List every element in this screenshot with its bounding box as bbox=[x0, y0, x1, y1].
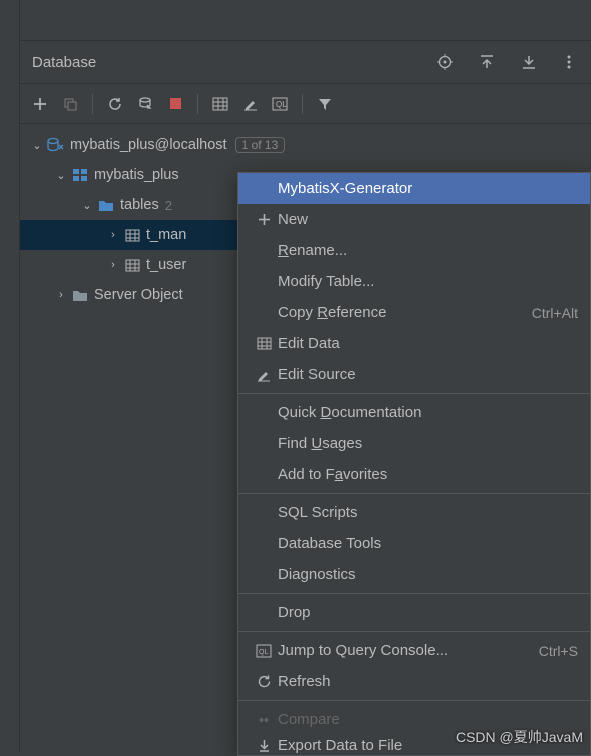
menu-drop[interactable]: Drop bbox=[238, 597, 590, 628]
menu-quick-documentation[interactable]: Quick Documentation bbox=[238, 397, 590, 428]
chevron-down-icon: ⌄ bbox=[52, 169, 70, 182]
menu-refresh[interactable]: Refresh bbox=[238, 666, 590, 697]
datasource-node[interactable]: ⌄ mybatis_plus@localhost 1 of 13 bbox=[20, 130, 591, 160]
menu-new[interactable]: New bbox=[238, 204, 590, 235]
edit-icon bbox=[250, 368, 278, 382]
panel-title: Database bbox=[32, 54, 96, 71]
datasource-badge: 1 of 13 bbox=[235, 137, 286, 153]
chevron-down-icon: ⌄ bbox=[78, 199, 96, 212]
console-icon: QL bbox=[250, 644, 278, 658]
folder-icon bbox=[96, 199, 116, 212]
edit-icon[interactable] bbox=[238, 92, 262, 116]
chevron-right-icon: › bbox=[52, 289, 70, 301]
menu-copy-reference[interactable]: Copy Reference Ctrl+Alt bbox=[238, 297, 590, 328]
add-button[interactable] bbox=[28, 92, 52, 116]
sync-button[interactable] bbox=[133, 92, 157, 116]
expand-icon[interactable] bbox=[517, 50, 541, 74]
toolbar: QL bbox=[20, 84, 591, 124]
menu-diagnostics[interactable]: Diagnostics bbox=[238, 559, 590, 590]
table-icon bbox=[250, 337, 278, 350]
menu-find-usages[interactable]: Find Usages bbox=[238, 428, 590, 459]
tables-label: tables bbox=[120, 197, 159, 213]
database-panel-header: Database bbox=[20, 40, 591, 84]
svg-text:QL: QL bbox=[259, 649, 268, 656]
menu-rename[interactable]: Rename... bbox=[238, 235, 590, 266]
menu-jump-query-console[interactable]: QL Jump to Query Console... Ctrl+S bbox=[238, 635, 590, 666]
plus-icon bbox=[250, 213, 278, 226]
copy-button[interactable] bbox=[58, 92, 82, 116]
watermark: CSDN @夏帅JavaM bbox=[456, 727, 583, 747]
stop-button[interactable] bbox=[163, 92, 187, 116]
target-icon[interactable] bbox=[433, 50, 457, 74]
folder-icon bbox=[70, 289, 90, 302]
menu-edit-data[interactable]: Edit Data bbox=[238, 328, 590, 359]
compare-icon bbox=[250, 713, 278, 727]
settings-icon[interactable] bbox=[559, 50, 583, 74]
menu-mybatisx-generator[interactable]: MybatisX-Generator bbox=[238, 173, 590, 204]
chevron-down-icon: ⌄ bbox=[28, 139, 46, 152]
menu-add-favorites[interactable]: Add to Favorites bbox=[238, 459, 590, 490]
menu-database-tools[interactable]: Database Tools bbox=[238, 528, 590, 559]
datasource-label: mybatis_plus@localhost bbox=[70, 137, 227, 153]
refresh-icon bbox=[250, 674, 278, 689]
context-menu: MybatisX-Generator New Rename... Modify … bbox=[237, 172, 591, 756]
filter-icon[interactable] bbox=[313, 92, 337, 116]
collapse-icon[interactable] bbox=[475, 50, 499, 74]
tables-count: 2 bbox=[165, 198, 172, 213]
svg-text:QL: QL bbox=[276, 100, 287, 109]
datasource-icon bbox=[46, 137, 66, 153]
table-label: t_man bbox=[146, 227, 186, 243]
menu-sql-scripts[interactable]: SQL Scripts bbox=[238, 497, 590, 528]
table-label: t_user bbox=[146, 257, 186, 273]
table-icon bbox=[122, 229, 142, 242]
table-icon[interactable] bbox=[208, 92, 232, 116]
server-objects-label: Server Object bbox=[94, 287, 183, 303]
menu-edit-source[interactable]: Edit Source bbox=[238, 359, 590, 390]
table-icon bbox=[122, 259, 142, 272]
menu-modify-table[interactable]: Modify Table... bbox=[238, 266, 590, 297]
schema-label: mybatis_plus bbox=[94, 167, 179, 183]
console-icon[interactable]: QL bbox=[268, 92, 292, 116]
download-icon bbox=[250, 739, 278, 752]
chevron-right-icon: › bbox=[104, 229, 122, 241]
schema-icon bbox=[70, 168, 90, 182]
refresh-button[interactable] bbox=[103, 92, 127, 116]
chevron-right-icon: › bbox=[104, 259, 122, 271]
